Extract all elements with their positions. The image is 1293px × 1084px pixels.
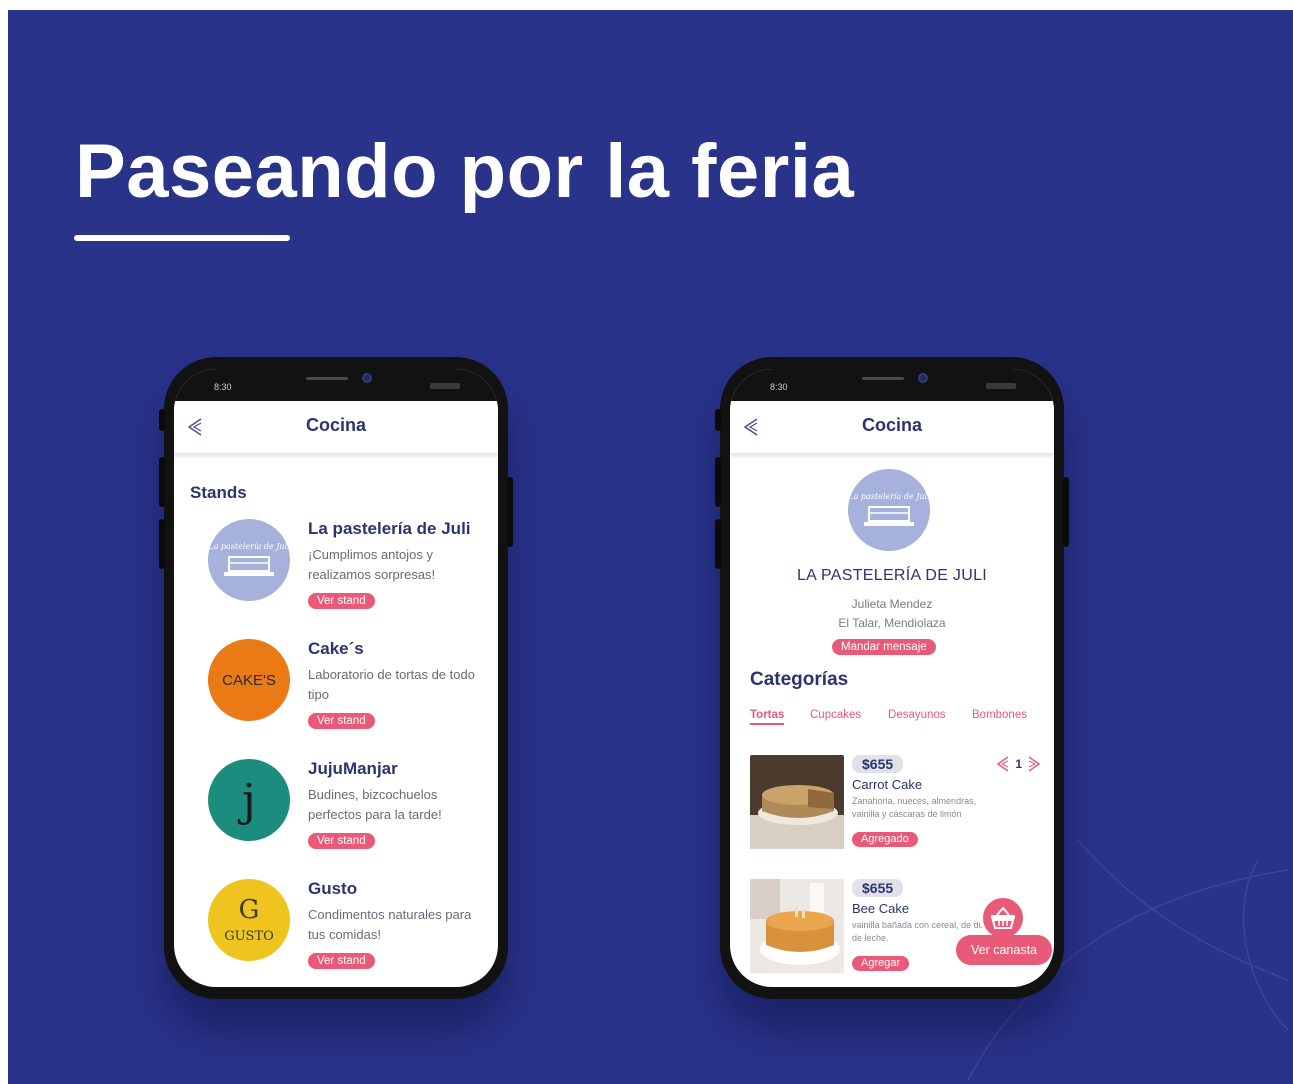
logo-text: La pastelería de Juli	[848, 491, 930, 501]
send-message-button[interactable]: Mandar mensaje	[832, 639, 936, 655]
signal-battery-icon	[430, 383, 460, 389]
slide-title: Paseando por la feria	[75, 129, 855, 214]
ver-stand-button[interactable]: Ver stand	[308, 593, 375, 609]
quantity-value: 1	[1015, 757, 1022, 771]
signal-battery-icon	[986, 383, 1016, 389]
stand-name: JujuManjar	[308, 759, 398, 778]
added-button[interactable]: Agregado	[852, 832, 918, 847]
phone-volume-up	[159, 457, 165, 507]
title-underline	[74, 235, 290, 241]
front-camera	[918, 373, 928, 383]
header-title: Cocina	[305, 415, 366, 435]
quantity-stepper: 1	[995, 755, 1042, 773]
categories-label: Categorías	[750, 669, 849, 690]
product-photo-bee-cake[interactable]	[750, 879, 844, 973]
stand-owner: Julieta Mendez	[851, 597, 933, 611]
section-label-stands: Stands	[190, 483, 247, 502]
status-bar: 8:30	[174, 369, 498, 401]
product-photo-carrot-cake[interactable]	[750, 755, 844, 849]
logo-wordmark: GUSTO	[224, 928, 274, 944]
basket-label: Ver canasta	[956, 935, 1052, 965]
presentation-slide: Paseando por la feria 8:30 Cocina Stands	[8, 10, 1293, 1084]
ver-stand-button[interactable]: Ver stand	[308, 833, 375, 849]
increase-icon[interactable]	[1026, 755, 1042, 773]
app-header: Cocina	[730, 401, 1054, 453]
stand-description: ¡Cumplimos antojos y realizamos sorpresa…	[308, 547, 436, 582]
stand-title: LA PASTELERÍA DE JULI	[796, 567, 988, 584]
tab-cupcakes[interactable]: Cupcakes	[810, 709, 861, 721]
phone-side-button	[715, 409, 721, 431]
stand-logo-cakes[interactable]: CAKE'S	[208, 639, 290, 721]
stand-profile-logo: La pastelería de Juli	[848, 469, 930, 551]
status-time: 8:30	[770, 382, 788, 392]
cake-icon	[864, 505, 914, 526]
ver-stand-button[interactable]: Ver stand	[308, 953, 375, 969]
phone-power-button	[507, 477, 513, 547]
app-header: Cocina	[174, 401, 498, 453]
product-description: Zanahoria, nueces, almendras, vainilla y…	[852, 796, 977, 819]
stand-item: La pastelería de Juli La pastelería de J…	[174, 519, 498, 629]
stand-description: Condimentos naturales para tus comidas!	[308, 907, 472, 942]
product-name: Bee Cake	[852, 901, 910, 916]
tab-bombones[interactable]: Bombones	[972, 709, 1027, 721]
stand-name: Cake´s	[308, 639, 364, 658]
phone-screen: 8:30 Cocina Stands La pastelería de Juli	[174, 369, 498, 987]
header-title: Cocina	[861, 415, 922, 435]
phone-volume-down	[715, 519, 721, 569]
product-item: $655 Carrot Cake Zanahoria, nueces, alme…	[750, 755, 1044, 855]
stand-name: La pastelería de Juli	[308, 519, 471, 538]
logo-text: La pastelería de Juli	[208, 541, 290, 551]
phone-volume-down	[159, 519, 165, 569]
speaker-grille	[306, 377, 348, 380]
stand-item: j JujuManjar Budines, bizcochuelos perfe…	[174, 759, 498, 869]
status-time: 8:30	[214, 382, 232, 392]
stand-description: Laboratorio de tortas de todo tipo	[308, 667, 475, 702]
status-bar: 8:30	[730, 369, 1054, 401]
phone-volume-up	[715, 457, 721, 507]
product-price: $655	[852, 879, 904, 897]
phone-power-button	[1063, 477, 1069, 547]
ver-stand-button[interactable]: Ver stand	[308, 713, 375, 729]
tab-desayunos[interactable]: Desayunos	[888, 709, 946, 721]
product-price: $655	[852, 755, 904, 773]
stand-item: G GUSTO Gusto Condimentos naturales para…	[174, 879, 498, 987]
stand-location: El Talar, Mendiolaza	[838, 616, 946, 630]
stand-logo-jujumanjar[interactable]: j	[208, 759, 290, 841]
phone-stand-detail: 8:30 Cocina La pastelería de Juli LA PAS…	[715, 357, 1069, 999]
front-camera	[362, 373, 372, 383]
stand-logo-gusto[interactable]: G GUSTO	[208, 879, 290, 961]
stand-description: Budines, bizcochuelos perfectos para la …	[308, 787, 442, 822]
phone-screen: 8:30 Cocina La pastelería de Juli LA PAS…	[730, 369, 1054, 987]
stand-logo-pasteleria[interactable]: La pastelería de Juli	[208, 519, 290, 601]
phone-stands-list: 8:30 Cocina Stands La pastelería de Juli	[159, 357, 513, 999]
decrease-icon[interactable]	[995, 755, 1011, 773]
phone-side-button	[159, 409, 165, 431]
product-name: Carrot Cake	[852, 777, 923, 792]
speaker-grille	[862, 377, 904, 380]
stand-name: Gusto	[308, 879, 358, 898]
tab-tortas[interactable]: Tortas	[750, 709, 785, 725]
cake-icon	[224, 555, 274, 576]
add-button[interactable]: Agregar	[852, 956, 910, 971]
stand-item: CAKE'S Cake´s Laboratorio de tortas de t…	[174, 639, 498, 749]
logo-letter: G	[238, 894, 260, 925]
view-basket-button[interactable]: Ver canasta	[956, 895, 1052, 967]
